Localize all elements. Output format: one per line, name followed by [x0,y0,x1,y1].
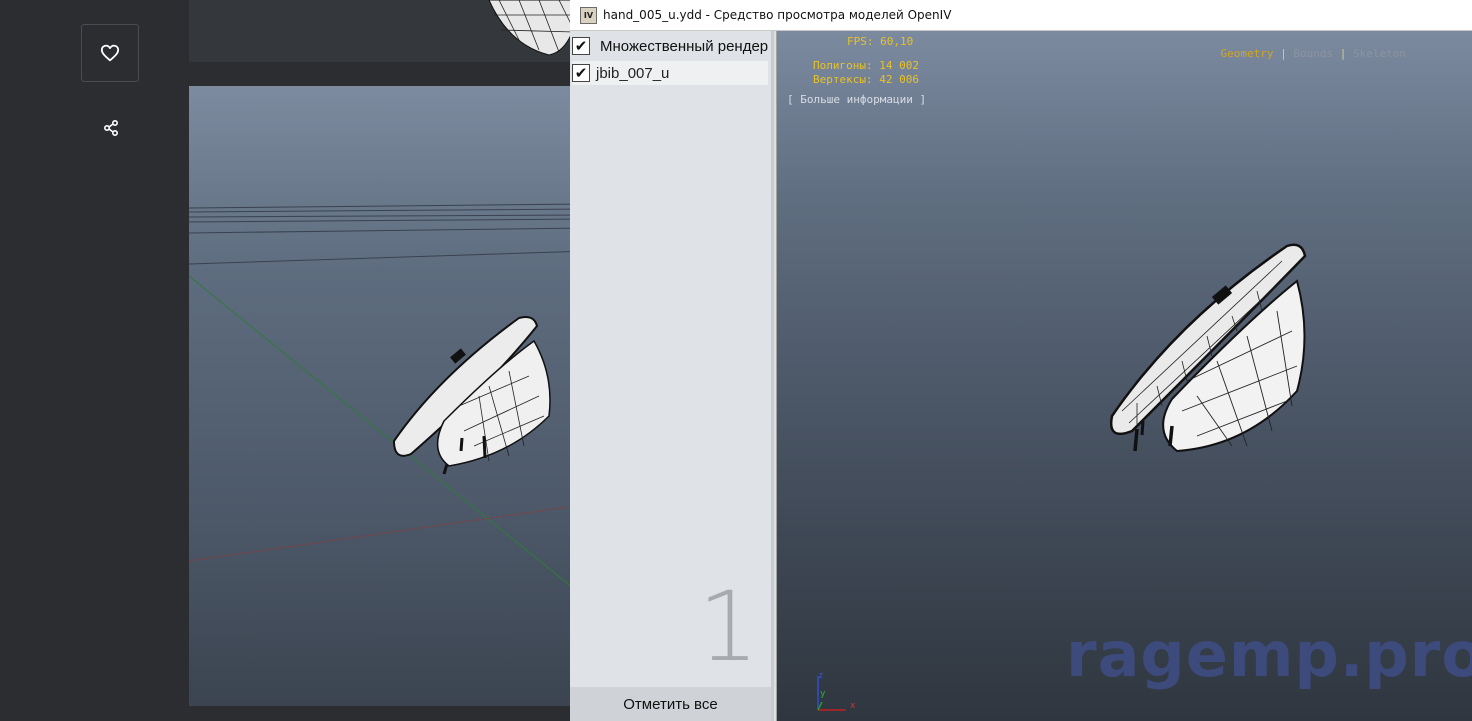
axis-x-label: x [850,701,856,711]
multi-render-checkbox[interactable]: ✔ [572,37,590,55]
window-titlebar[interactable]: IV hand_005_u.ydd - Средство просмотра м… [570,0,1472,31]
openiv-app-icon: IV [580,6,597,24]
heart-icon [100,44,120,62]
background-bottom [189,706,589,721]
background-preview-top [189,0,589,62]
window-title: hand_005_u.ydd - Средство просмотра моде… [603,8,952,22]
fanny-pack-wireframe [392,316,551,475]
multi-render-label: Множественный рендер [600,37,769,55]
multi-render-toggle[interactable]: ✔ Множественный рендер [572,34,771,58]
axis-z-label: z [818,671,823,681]
model-viewer-window: IV hand_005_u.ydd - Средство просмотра м… [570,0,1472,721]
model-checkbox[interactable]: ✔ [572,64,590,82]
model-name: jbib_007_u [596,64,670,82]
axis-gizmo: z y x [817,671,856,711]
share-icon [103,120,118,136]
watermark-logo: ragemp.pro [1066,618,1472,691]
like-button[interactable] [81,24,139,82]
model-count: 1 [697,571,759,683]
background-viewport [189,86,589,706]
axis-y-label: y [820,689,826,699]
model-wireframe-partial [488,0,580,56]
share-button[interactable] [100,117,122,139]
list-item[interactable]: ✔ jbib_007_u [572,61,768,85]
site-sidebar [0,0,189,721]
model-list-panel: ✔ Множественный рендер ✔ jbib_007_u 1 От… [570,31,774,721]
background-gap [189,62,589,86]
background-scene [189,203,589,602]
select-all-button[interactable]: Отметить все [570,687,771,721]
fanny-pack-model [1109,243,1307,453]
